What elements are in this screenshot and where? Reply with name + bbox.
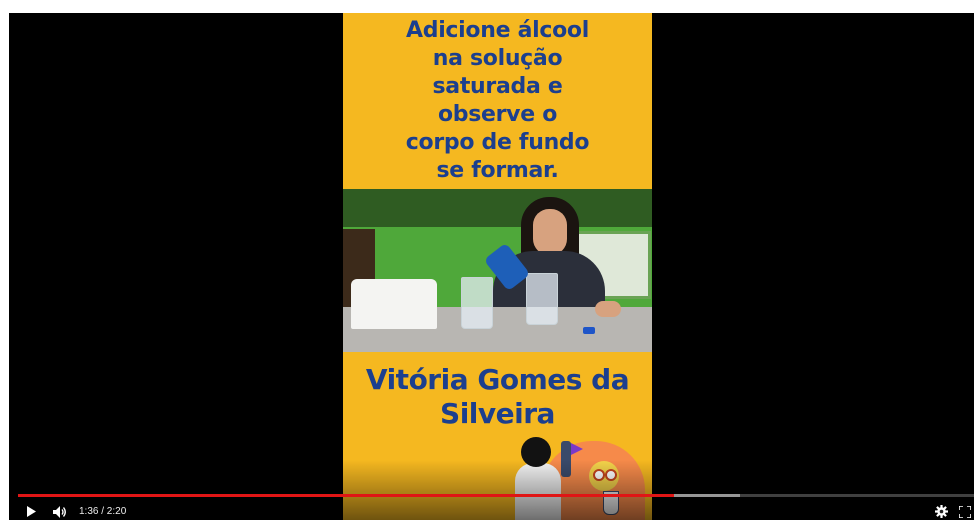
caption-line: Vitória Gomes da (365, 363, 630, 396)
player-controls: 1:36 / 2:20 (9, 503, 974, 520)
caption-line: observe o (437, 102, 558, 127)
time-display: 1:36 / 2:20 (79, 506, 127, 517)
caption-line: Adicione álcool (406, 18, 589, 43)
volume-button[interactable] (51, 503, 69, 520)
video-player[interactable]: Adicione álcool na solução saturada e ob… (9, 13, 974, 520)
video-caption-author: Vitória Gomes da Silveira (343, 363, 652, 431)
play-icon (27, 506, 36, 517)
video-caption-top: Adicione álcool na solução saturada e ob… (343, 17, 652, 185)
caption-line: se formar. (436, 158, 559, 183)
caption-line: corpo de fundo (405, 130, 590, 155)
settings-button[interactable] (933, 503, 949, 520)
video-frame: Adicione álcool na solução saturada e ob… (343, 13, 652, 520)
caption-line: saturada e (432, 74, 563, 99)
video-scene-image (343, 189, 652, 352)
play-button[interactable] (23, 503, 39, 520)
gear-icon (934, 505, 948, 518)
fullscreen-icon (959, 505, 971, 518)
volume-icon (53, 505, 66, 518)
progress-played (18, 494, 674, 497)
caption-line: na solução (432, 46, 563, 71)
progress-bar[interactable] (18, 494, 974, 497)
fullscreen-button[interactable] (957, 503, 973, 520)
caption-line: Silveira (440, 397, 555, 430)
